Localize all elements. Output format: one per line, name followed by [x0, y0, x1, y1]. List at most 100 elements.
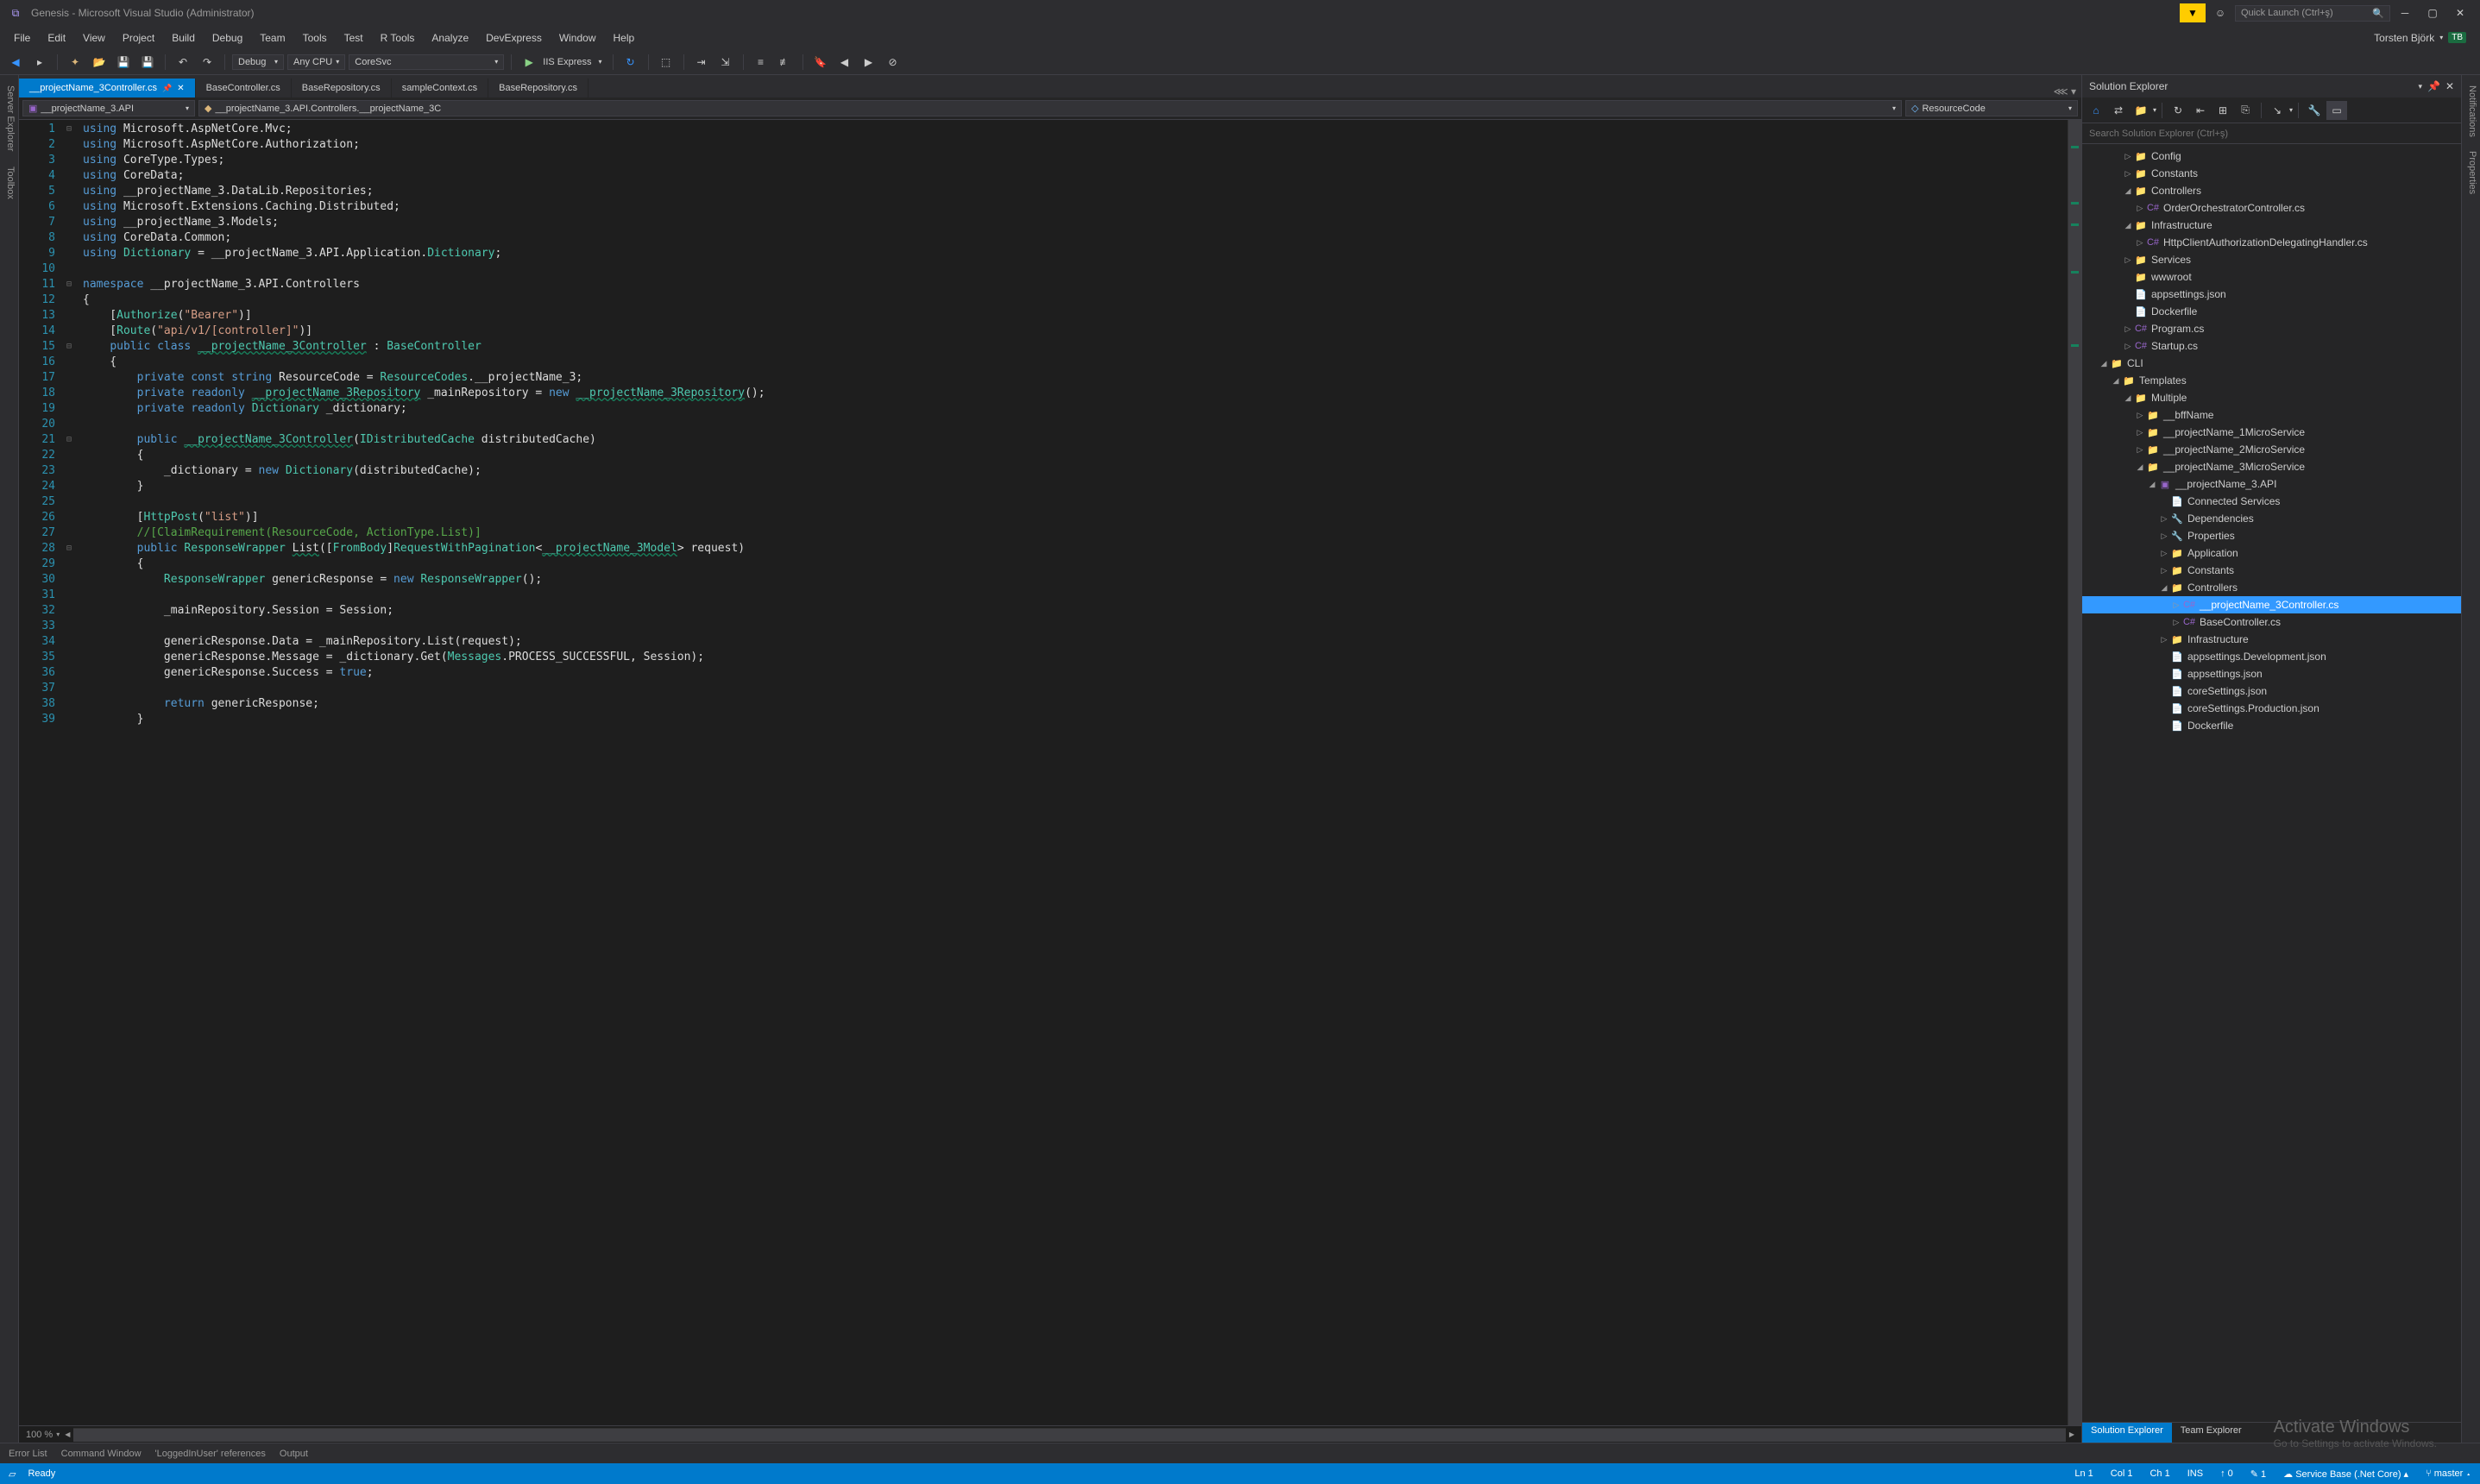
expander-icon[interactable]: ◢	[2146, 480, 2158, 489]
side-tab[interactable]: Server Explorer	[0, 79, 18, 158]
branch-name[interactable]: ⑂ master ▴	[2426, 1468, 2471, 1479]
nav-scope-dropdown[interactable]: ▣__projectName_3.API▾	[22, 100, 195, 116]
expander-icon[interactable]: ▷	[2134, 445, 2146, 455]
tool-icon-1[interactable]: ⬚	[656, 53, 677, 72]
menu-test[interactable]: Test	[336, 28, 372, 47]
expander-icon[interactable]: ▷	[2122, 255, 2134, 265]
expander-icon[interactable]: ◢	[2122, 393, 2134, 403]
panel-close-icon[interactable]: ✕	[2445, 80, 2454, 92]
code-editor[interactable]: 1234567891011121314151617181920212223242…	[19, 120, 2081, 1425]
panel-tab[interactable]: Solution Explorer	[2082, 1423, 2172, 1443]
browser-link-icon[interactable]: ↻	[620, 53, 641, 72]
tree-node[interactable]: ◢📁Controllers	[2082, 182, 2461, 199]
expander-icon[interactable]: ▷	[2158, 635, 2170, 645]
tree-node[interactable]: ◢📁Controllers	[2082, 579, 2461, 596]
tool-window-tab[interactable]: Command Window	[61, 1449, 142, 1459]
panel-pin-icon[interactable]: 📌	[2427, 80, 2440, 92]
nav-back-icon[interactable]: ◀	[5, 53, 26, 72]
uncomment-icon[interactable]: ≢	[775, 53, 796, 72]
save-icon[interactable]: 💾	[113, 53, 134, 72]
tree-node[interactable]: 📁wwwroot	[2082, 268, 2461, 286]
prev-bookmark-icon[interactable]: ◀	[834, 53, 855, 72]
comment-icon[interactable]: ≡	[751, 53, 771, 72]
pending-changes-icon[interactable]: 📁	[2131, 101, 2151, 120]
next-bookmark-icon[interactable]: ▶	[859, 53, 879, 72]
tree-node[interactable]: 📄Connected Services	[2082, 493, 2461, 510]
menu-window[interactable]: Window	[551, 28, 605, 47]
pin-icon[interactable]: 📌	[162, 84, 172, 93]
menu-tools[interactable]: Tools	[294, 28, 336, 47]
run-icon[interactable]: ▶	[519, 53, 539, 72]
publish-icon[interactable]: ↑ 0	[2220, 1468, 2233, 1479]
sync-icon[interactable]: ⇄	[2108, 101, 2129, 120]
tree-node[interactable]: ▷📁__projectName_2MicroService	[2082, 441, 2461, 458]
feedback-icon[interactable]: ☺	[2207, 3, 2233, 22]
new-project-icon[interactable]: ✦	[65, 53, 85, 72]
side-tab[interactable]: Toolbox	[0, 160, 18, 206]
tree-node[interactable]: ▷C#HttpClientAuthorizationDelegatingHand…	[2082, 234, 2461, 251]
expander-icon[interactable]: ◢	[2098, 359, 2110, 368]
expander-icon[interactable]: ▷	[2158, 566, 2170, 575]
tree-node[interactable]: 📄coreSettings.Production.json	[2082, 700, 2461, 717]
fold-gutter[interactable]: ⊟⊟⊟⊟⊟	[62, 120, 76, 1425]
expander-icon[interactable]: ▷	[2134, 411, 2146, 420]
menu-r-tools[interactable]: R Tools	[372, 28, 424, 47]
menu-edit[interactable]: Edit	[39, 28, 74, 47]
menu-devexpress[interactable]: DevExpress	[477, 28, 551, 47]
redo-icon[interactable]: ↷	[197, 53, 217, 72]
tree-node[interactable]: 📄Dockerfile	[2082, 303, 2461, 320]
tree-node[interactable]: 📄coreSettings.json	[2082, 682, 2461, 700]
copy-icon[interactable]: ⎘	[2235, 101, 2256, 120]
solution-tree[interactable]: ▷📁Config▷📁Constants◢📁Controllers▷C#Order…	[2082, 144, 2461, 1422]
publish-target[interactable]: ☁ Service Base (.Net Core) ▴	[2283, 1468, 2408, 1480]
doc-tab[interactable]: BaseRepository.cs	[292, 79, 392, 97]
tree-node[interactable]: ▷🔧Properties	[2082, 527, 2461, 544]
tree-node[interactable]: ▷🔧Dependencies	[2082, 510, 2461, 527]
tree-node[interactable]: ▷📁Constants	[2082, 562, 2461, 579]
doc-tab[interactable]: __projectName_3Controller.cs📌✕	[19, 79, 196, 97]
solution-search-input[interactable]	[2082, 123, 2461, 143]
refresh-icon[interactable]: ↻	[2168, 101, 2188, 120]
bookmark-icon[interactable]: 🔖	[810, 53, 831, 72]
scope-icon[interactable]: ↘	[2267, 101, 2288, 120]
tool-window-tab[interactable]: 'LoggedInUser' references	[155, 1449, 266, 1459]
menu-analyze[interactable]: Analyze	[423, 28, 477, 47]
doc-tab[interactable]: BaseController.cs	[196, 79, 292, 97]
expander-icon[interactable]: ▷	[2158, 531, 2170, 541]
expander-icon[interactable]: ▷	[2170, 601, 2182, 610]
horizontal-scrollbar[interactable]	[73, 1428, 2065, 1442]
panel-tab[interactable]: Team Explorer	[2172, 1423, 2250, 1443]
expander-icon[interactable]: ▷	[2134, 428, 2146, 437]
startup-project-dropdown[interactable]: CoreSvc▾	[349, 54, 504, 70]
tree-node[interactable]: ▷C#BaseController.cs	[2082, 613, 2461, 631]
zoom-level[interactable]: 100 %	[26, 1430, 53, 1440]
menu-build[interactable]: Build	[163, 28, 204, 47]
menu-project[interactable]: Project	[114, 28, 163, 47]
vertical-scrollbar[interactable]	[2068, 120, 2081, 1425]
expander-icon[interactable]: ▷	[2158, 549, 2170, 558]
tree-node[interactable]: ◢📁Infrastructure	[2082, 217, 2461, 234]
doc-tab[interactable]: sampleContext.cs	[392, 79, 488, 97]
config-dropdown[interactable]: Debug▾	[232, 54, 284, 70]
user-account[interactable]: Torsten Björk ▾ TB	[2365, 28, 2475, 47]
expander-icon[interactable]: ▷	[2158, 514, 2170, 524]
tree-node[interactable]: ▷C#Startup.cs	[2082, 337, 2461, 355]
tree-node[interactable]: 📄appsettings.json	[2082, 286, 2461, 303]
open-file-icon[interactable]: 📂	[89, 53, 110, 72]
panel-dropdown-icon[interactable]: ▾	[2418, 82, 2422, 91]
tree-node[interactable]: ◢📁CLI	[2082, 355, 2461, 372]
menu-view[interactable]: View	[74, 28, 114, 47]
side-tab[interactable]: Notifications	[2462, 79, 2480, 144]
tree-node[interactable]: 📄Dockerfile	[2082, 717, 2461, 734]
doc-tab[interactable]: BaseRepository.cs	[488, 79, 589, 97]
undo-icon[interactable]: ↶	[173, 53, 193, 72]
expander-icon[interactable]: ◢	[2122, 186, 2134, 196]
expander-icon[interactable]: ▷	[2122, 152, 2134, 161]
expander-icon[interactable]: ▷	[2134, 238, 2146, 248]
run-label[interactable]: IIS Express	[543, 57, 591, 67]
expander-icon[interactable]: ◢	[2158, 583, 2170, 593]
close-icon[interactable]: ✕	[177, 84, 184, 93]
tree-node[interactable]: ◢📁Templates	[2082, 372, 2461, 389]
expander-icon[interactable]: ▷	[2122, 169, 2134, 179]
tree-node[interactable]: ▷📁__bffName	[2082, 406, 2461, 424]
